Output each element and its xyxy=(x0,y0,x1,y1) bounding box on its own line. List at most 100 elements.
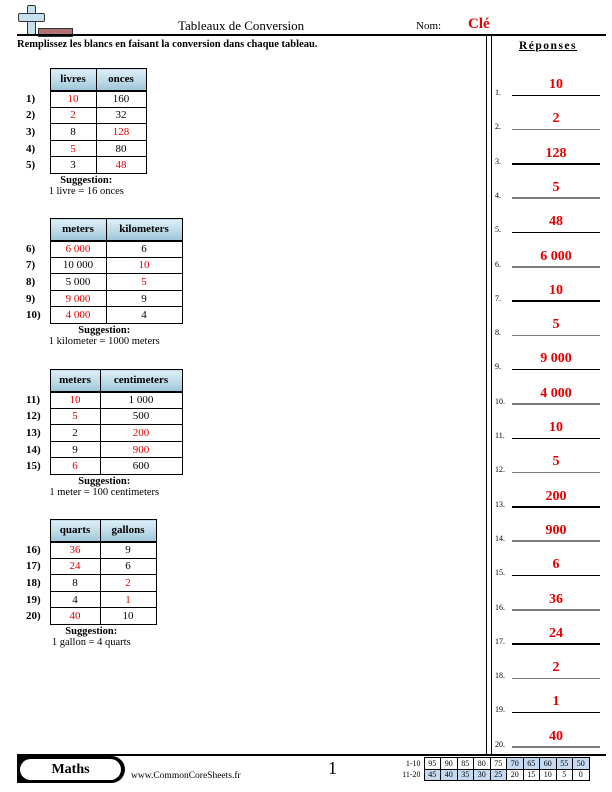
answer-line: 6. 6 000 xyxy=(495,249,600,269)
problem-number: 7) xyxy=(26,259,36,272)
problem-number: 11) xyxy=(26,393,41,406)
answer-cell: 200 xyxy=(99,424,183,442)
problem-number: 4) xyxy=(26,142,36,155)
instructions: Remplissez les blancs en faisant la conv… xyxy=(17,39,318,50)
answer-line: 17. 24 xyxy=(495,626,600,646)
table-row: 7) 10 000 10 xyxy=(26,256,183,275)
hint-text: 1 livre = 16 onces xyxy=(48,185,124,197)
problem-number: 19) xyxy=(26,593,41,606)
answer-cell: 2 xyxy=(99,574,157,592)
answer-cell: 10 xyxy=(49,90,97,108)
problem-number: 14) xyxy=(26,443,41,456)
name-label: Nom: xyxy=(416,20,442,32)
answer-cell: 36 xyxy=(49,541,101,559)
answer-underline xyxy=(512,334,600,337)
answer-cell: 900 xyxy=(99,440,183,459)
score-cell: 95 xyxy=(423,757,441,770)
answers-title: Réponses xyxy=(519,40,578,52)
problem-number: 16) xyxy=(26,543,41,556)
answer-underline xyxy=(512,231,600,234)
answer-value: 10 xyxy=(549,77,563,92)
column-divider xyxy=(486,36,492,754)
answer-cell: 6 000 xyxy=(49,240,107,258)
score-row-label: 11-20 xyxy=(402,770,421,780)
answer-number: 17. xyxy=(495,636,505,646)
answer-value: 36 xyxy=(549,591,563,607)
given-cell: 9 xyxy=(99,541,157,559)
subject-badge: Maths xyxy=(17,756,125,783)
answer-underline xyxy=(512,540,600,542)
answer-value: 200 xyxy=(545,488,567,504)
given-cell: 4 xyxy=(49,590,101,609)
table-row: 4) 5 80 xyxy=(26,139,147,158)
hint-text: 1 meter = 100 centimeters xyxy=(49,486,160,498)
table-row: 10) 4 000 4 xyxy=(26,306,183,324)
answer-number: 11. xyxy=(495,431,505,440)
answer-number: 14. xyxy=(495,533,505,543)
answer-line: 2. 2 xyxy=(495,111,600,131)
given-cell: 160 xyxy=(95,90,147,108)
logo-plus-minus-icon xyxy=(16,3,73,37)
given-cell: 500 xyxy=(99,407,183,426)
answer-number: 19. xyxy=(495,705,505,715)
answer-cell: 6 xyxy=(49,457,101,475)
answer-underline xyxy=(512,128,600,131)
score-cell: 20 xyxy=(506,768,524,781)
score-cell: 5 xyxy=(555,768,573,781)
answer-line: 1. 10 xyxy=(495,77,600,97)
hint: Suggestion: 1 gallon = 4 quarts xyxy=(26,626,157,648)
answer-line: 11. 10 xyxy=(495,420,600,440)
answer-number: 12. xyxy=(495,465,505,475)
answer-line: 5. 48 xyxy=(495,214,600,234)
answer-cell: 128 xyxy=(95,123,147,141)
score-cell: 40 xyxy=(440,768,458,781)
table-row: 11) 10 1 000 xyxy=(26,391,183,409)
score-cell: 0 xyxy=(572,768,590,781)
answer-value: 9 000 xyxy=(540,351,572,367)
answer-value: 6 xyxy=(552,557,560,573)
answer-line: 7. 10 xyxy=(495,283,600,303)
given-cell: 1 000 xyxy=(99,391,183,409)
conversion-table: meters centimeters 11) 10 1 000 12) 5 500 13) 2 20… xyxy=(26,369,183,475)
given-cell: 2 xyxy=(49,424,101,442)
answer-underline xyxy=(512,711,600,714)
answer-value: 24 xyxy=(549,625,563,641)
conversion-table: meters kilometers 6) 6 000 6 7) 10 000 10 8) 5 00… xyxy=(26,218,183,324)
given-cell: 10 000 xyxy=(49,256,107,275)
name-value: Clé xyxy=(468,16,490,32)
answer-underline xyxy=(512,403,600,405)
problem-number: 2) xyxy=(26,109,36,122)
column-header: livres xyxy=(49,68,97,92)
answer-line: 20. 40 xyxy=(495,729,600,749)
answer-line: 4. 5 xyxy=(495,180,600,200)
given-cell: 10 xyxy=(99,607,157,625)
answer-cell: 48 xyxy=(95,156,147,174)
answer-value: 5 xyxy=(552,179,560,195)
answer-value: 48 xyxy=(549,214,563,230)
site-url: www.CommonCoreSheets.fr xyxy=(131,771,241,781)
answer-line: 12. 5 xyxy=(495,454,600,474)
score-cell: 85 xyxy=(456,757,474,770)
answer-line: 16. 36 xyxy=(495,592,600,612)
answer-underline xyxy=(512,94,600,96)
answer-line: 9. 9 000 xyxy=(495,351,600,371)
hint: Suggestion: 1 meter = 100 centimeters xyxy=(26,476,183,498)
page-title: Tableaux de Conversion xyxy=(178,18,305,33)
answer-number: 4. xyxy=(495,190,501,200)
column-header: centimeters xyxy=(99,369,183,393)
answer-value: 40 xyxy=(549,728,563,744)
given-cell: 32 xyxy=(95,106,147,125)
table-row: 3) 8 128 xyxy=(26,123,147,141)
score-row-label: 1-10 xyxy=(405,758,421,768)
column-header: gallons xyxy=(99,519,157,543)
answer-number: 9. xyxy=(495,362,501,372)
table-row: 13) 2 200 xyxy=(26,424,183,442)
table-row: 18) 8 2 xyxy=(26,574,157,592)
score-cell: 55 xyxy=(555,757,573,770)
given-cell: 4 xyxy=(105,306,183,324)
given-cell: 3 xyxy=(49,156,97,174)
table-row: 1) 10 160 xyxy=(26,90,147,108)
table-row: 16) 36 9 xyxy=(26,541,157,559)
conversion-table: livres onces 1) 10 160 2) 2 32 3) 8 128 4) 5 80 5) 3 48 xyxy=(26,68,147,174)
answer-cell: 5 xyxy=(105,273,183,291)
